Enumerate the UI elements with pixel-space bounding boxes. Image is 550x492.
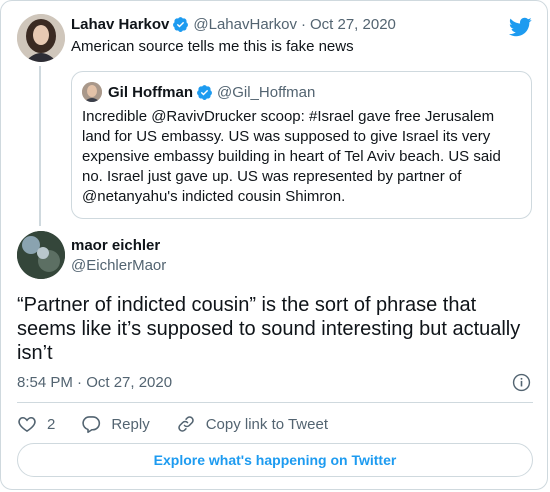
reply-button[interactable]: Reply [81, 414, 150, 434]
tweet-date[interactable]: Oct 27, 2020 [310, 16, 396, 33]
quoted-tweet-text: Incredible @RavivDrucker scoop: #Israel … [82, 108, 501, 205]
quoted-author-name: Gil Hoffman [108, 84, 193, 101]
avatar-lahav-harkov[interactable] [17, 14, 65, 62]
quoted-author-handle: @Gil_Hoffman [217, 84, 316, 101]
copy-link-button[interactable]: Copy link to Tweet [176, 414, 328, 434]
tweet-timestamp[interactable]: 8:54 PM · Oct 27, 2020 [17, 374, 172, 391]
parent-tweet-text: American source tells me this is fake ne… [71, 38, 354, 55]
author-name[interactable]: Lahav Harkov [71, 16, 169, 33]
twitter-bird-icon[interactable] [508, 15, 532, 39]
thread-connector-line [39, 66, 41, 226]
tweet-actions: 2 Reply Copy link to Tweet [17, 412, 354, 436]
main-author-handle[interactable]: @EichlerMaor [71, 257, 166, 274]
actions-divider [17, 402, 533, 403]
heart-icon [18, 416, 36, 433]
avatar-maor-eichler[interactable] [17, 231, 65, 279]
quoted-tweet-header: Gil Hoffman @Gil_Hoffman [108, 84, 315, 101]
main-tweet-text: “Partner of indicted cousin” is the sort… [17, 294, 521, 364]
parent-tweet-header: Lahav Harkov @LahavHarkov · Oct 27, 2020 [71, 16, 396, 33]
verified-badge-icon [173, 17, 189, 32]
reply-bubble-icon [82, 416, 101, 434]
explore-twitter-button[interactable]: Explore what's happening on Twitter [17, 443, 533, 477]
author-handle[interactable]: @LahavHarkov [193, 16, 297, 33]
avatar-gil-hoffman [82, 82, 102, 102]
main-author-name[interactable]: maor eichler [71, 237, 160, 254]
info-icon[interactable] [512, 373, 531, 392]
like-count: 2 [47, 415, 56, 433]
header-separator: · [301, 16, 306, 33]
copy-link-label: Copy link to Tweet [205, 415, 328, 433]
reply-label: Reply [111, 415, 150, 433]
like-button[interactable]: 2 [17, 414, 55, 434]
link-icon [177, 416, 194, 432]
verified-badge-icon [197, 85, 212, 100]
